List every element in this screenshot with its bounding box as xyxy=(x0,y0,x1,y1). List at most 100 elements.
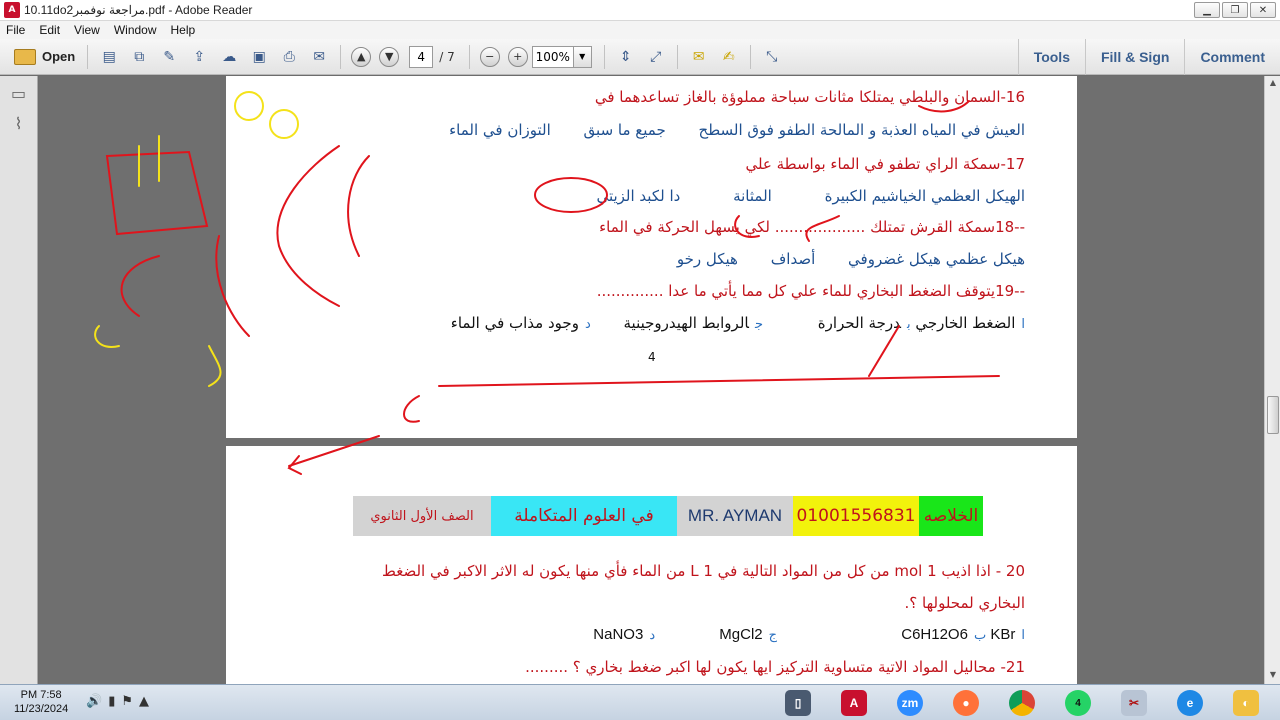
question-21: 21- محاليل المواد الاتية متساوية التركيز… xyxy=(525,658,1025,676)
fill-sign-button[interactable]: Fill & Sign xyxy=(1084,39,1184,75)
header-band: الصف الأول الثانوي في العلوم المتكاملة M… xyxy=(353,496,983,536)
question-18: --18سمكة القرش تمتلك ...................… xyxy=(599,218,1025,236)
toolbar: Open ▤ ⧉ ✎ ⇪ ☁ ▣ ⎙ ✉ ▲ ▼ 4 / 7 − + 100% … xyxy=(0,39,1280,75)
restore-button[interactable]: ❐ xyxy=(1222,2,1248,18)
question-16-options: العيش في المياه العذبة و المالحة الطفو ف… xyxy=(421,121,1025,139)
paint-icon: ◐ xyxy=(1233,690,1259,716)
open-button[interactable]: Open xyxy=(8,46,81,68)
attachments-icon[interactable]: ⌇ xyxy=(9,114,29,136)
toolbar-divider xyxy=(603,44,605,69)
teacher-phone: 01001556831 xyxy=(793,496,919,536)
firefox-icon: ● xyxy=(953,690,979,716)
task-firefox[interactable]: ● xyxy=(938,687,994,719)
menu-bar: File Edit View Window Help xyxy=(0,21,1280,39)
highlight-icon[interactable]: ✍ xyxy=(717,45,741,69)
close-button[interactable]: ✕ xyxy=(1250,2,1276,18)
subject-label: في العلوم المتكاملة xyxy=(491,496,677,536)
clock-time: PM 7:58 xyxy=(20,689,62,701)
network-icon[interactable]: ▮ xyxy=(108,694,115,709)
fit-page-icon[interactable]: ⇕ xyxy=(614,45,638,69)
email-icon[interactable]: ✉ xyxy=(307,45,331,69)
task-whatsapp[interactable]: 4 xyxy=(1050,687,1106,719)
combine-icon[interactable]: ⧉ xyxy=(127,45,151,69)
previous-page-icon[interactable]: ▲ xyxy=(351,46,372,67)
print-icon[interactable]: ⎙ xyxy=(277,45,301,69)
task-chrome[interactable] xyxy=(994,687,1050,719)
toolbar-divider xyxy=(340,44,342,69)
next-page-icon[interactable]: ▼ xyxy=(379,46,400,67)
toolbar-divider xyxy=(676,44,678,69)
navigation-panel: ▭ ⌇ xyxy=(0,76,38,684)
ie-icon: e xyxy=(1177,690,1203,716)
zoom-dropdown-icon[interactable]: ▼ xyxy=(573,45,592,68)
question-20-options: اKBr بC6H12O6 جMgCl2 دNaNO3 xyxy=(533,626,1025,643)
page-number-input[interactable]: 4 xyxy=(409,45,434,68)
zoom-input[interactable]: 100% xyxy=(531,45,574,68)
edit-icon[interactable]: ✎ xyxy=(157,45,181,69)
menu-window[interactable]: Window xyxy=(114,23,157,37)
document-area[interactable]: 16-السمان والبلطي يمتلكا مثانات سباحة مم… xyxy=(39,76,1264,684)
scroll-up-icon[interactable]: ▲ xyxy=(1267,78,1279,90)
option-20-4: دNaNO3 xyxy=(593,626,656,643)
comment-button[interactable]: Comment xyxy=(1184,39,1280,75)
menu-view[interactable]: View xyxy=(74,23,100,37)
expand-icon[interactable]: ⤡ xyxy=(760,45,784,69)
option-19-2: بدرجة الحرارة xyxy=(817,314,911,332)
zoom-in-icon[interactable]: + xyxy=(507,46,528,67)
scroll-down-icon[interactable]: ▼ xyxy=(1267,670,1279,682)
title-bar: A 10.11do مراجعة نوفمبر2.pdf - Adobe Rea… xyxy=(0,0,1280,21)
phone-icon: ▯ xyxy=(785,690,811,716)
task-zoom[interactable]: zm xyxy=(882,687,938,719)
volume-icon[interactable]: 🔊 xyxy=(86,694,102,709)
summary-label: الخلاصه xyxy=(919,496,983,536)
question-18-options: هيكل عظمي هيكل غضروفي أصداف هيكل رخو xyxy=(649,250,1025,268)
menu-edit[interactable]: Edit xyxy=(39,23,60,37)
menu-file[interactable]: File xyxy=(6,23,25,37)
task-snipping[interactable]: ✂ xyxy=(1106,687,1162,719)
window-title: مراجعة نوفمبر2.pdf - Adobe Reader xyxy=(66,3,253,17)
question-20-line2: البخاري لمحلولها ؟. xyxy=(904,594,1025,612)
option-17-2: الخياشيم الكبيرة xyxy=(824,187,927,205)
zoom-icon: zm xyxy=(897,690,923,716)
task-paint[interactable]: ◐ xyxy=(1218,687,1274,719)
task-acrobat[interactable]: A xyxy=(826,687,882,719)
window-controls: ▁ ❐ ✕ xyxy=(1194,2,1276,18)
page-number: 4 xyxy=(648,350,656,364)
menu-help[interactable]: Help xyxy=(171,23,196,37)
task-ie[interactable]: e xyxy=(1162,687,1218,719)
toolbar-divider xyxy=(87,44,89,69)
scrollbar-thumb[interactable] xyxy=(1267,396,1279,434)
option-16-4: التوزان في الماء xyxy=(449,121,551,139)
question-20-line1: 20 - اذا اذيب 1 mol من كل من المواد التا… xyxy=(381,562,1025,580)
task-phone[interactable]: ▯ xyxy=(770,687,826,719)
toolbar-right-panel: Tools Fill & Sign Comment xyxy=(1017,39,1280,75)
sticky-note-icon[interactable]: ✉ xyxy=(687,45,711,69)
tray-expand-icon[interactable]: ▲ xyxy=(139,694,149,709)
option-18-3: أصداف xyxy=(770,250,816,268)
zoom-out-icon[interactable]: − xyxy=(479,46,500,67)
cloud-upload-icon[interactable]: ☁ xyxy=(217,45,241,69)
option-18-1: هيكل عظمي xyxy=(945,250,1025,268)
question-17: 17-سمكة الراي تطفو في الماء بواسطة علي xyxy=(745,155,1025,173)
system-clock[interactable]: PM 7:58 11/23/2024 xyxy=(14,688,68,716)
option-17-3: المثانة xyxy=(733,187,772,205)
tools-button[interactable]: Tools xyxy=(1017,39,1085,75)
option-20-2: بC6H12O6 xyxy=(901,626,987,643)
grade-label: الصف الأول الثانوي xyxy=(353,496,491,536)
export-icon[interactable]: ⇪ xyxy=(187,45,211,69)
open-label: Open xyxy=(42,49,76,64)
whatsapp-icon: 4 xyxy=(1065,690,1091,716)
snipping-icon: ✂ xyxy=(1121,690,1147,716)
page-thumbnails-icon[interactable]: ▭ xyxy=(9,84,29,106)
option-20-3: جMgCl2 xyxy=(719,626,778,643)
minimize-button[interactable]: ▁ xyxy=(1194,2,1220,18)
pdf-page-4: 16-السمان والبلطي يمتلكا مثانات سباحة مم… xyxy=(226,76,1077,438)
window-title-prefix: 10.11do xyxy=(24,3,67,17)
option-18-4: هيكل رخو xyxy=(676,250,738,268)
fit-width-icon[interactable]: ⤢ xyxy=(644,45,668,69)
flag-icon[interactable]: ⚑ xyxy=(121,694,133,709)
save-icon[interactable]: ▣ xyxy=(247,45,271,69)
teacher-name: MR. AYMAN xyxy=(677,496,793,536)
create-pdf-icon[interactable]: ▤ xyxy=(97,45,121,69)
vertical-scrollbar[interactable]: ▲ ▼ xyxy=(1264,76,1280,684)
